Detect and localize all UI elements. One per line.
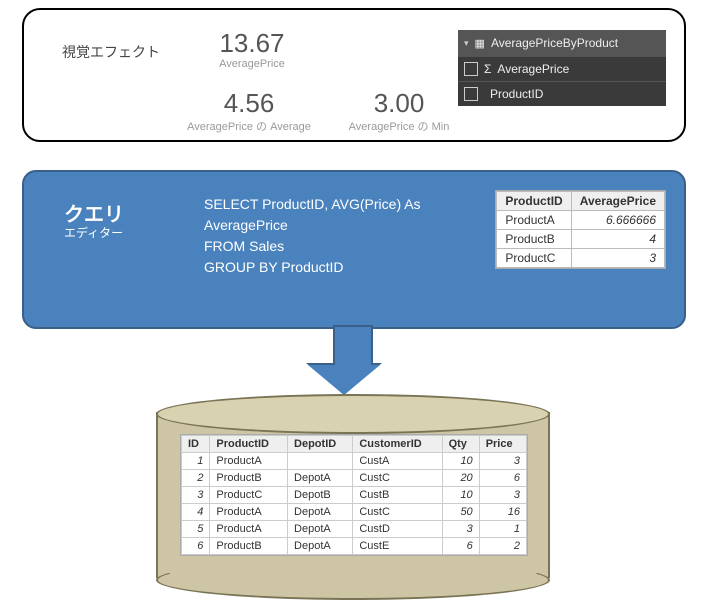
metric-caption: AveragePrice の Min [324, 118, 474, 134]
cell: 3 [442, 521, 479, 538]
table-row: 2 ProductB DepotA CustC 20 6 [182, 470, 527, 487]
arrow-down-icon [326, 325, 380, 395]
cell: DepotA [288, 504, 353, 521]
cell: DepotA [288, 470, 353, 487]
metric-avg-of-average: 4.56 AveragePrice の Average [164, 90, 334, 134]
cell: 10 [442, 453, 479, 470]
cell: ProductA [210, 504, 288, 521]
query-title: クエリ [64, 198, 124, 227]
cell: CustC [353, 470, 442, 487]
query-result-table: ProductID AveragePrice ProductA 6.666666… [495, 190, 666, 269]
table-row: ProductA 6.666666 [497, 211, 665, 230]
table-icon: ▦ [475, 37, 485, 50]
metric-average-price: 13.67 AveragePrice [182, 30, 322, 70]
visual-label: 視覚エフェクト [62, 42, 160, 62]
cell: 6 [442, 538, 479, 555]
fields-panel: ▾ ▦ AveragePriceByProduct Σ AveragePrice… [458, 30, 666, 106]
cell: 2 [479, 538, 526, 555]
table-row: 4 ProductA DepotA CustC 50 16 [182, 504, 527, 521]
fields-column-name: ProductID [490, 87, 543, 101]
query-editor-card: クエリ エディター SELECT ProductID, AVG(Price) A… [22, 170, 686, 329]
fields-table-name: AveragePriceByProduct [491, 36, 618, 50]
table-row: 3 ProductC DepotB CustB 10 3 [182, 487, 527, 504]
sales-table: ID ProductID DepotID CustomerID Qty Pric… [180, 434, 528, 556]
cell: DepotA [288, 538, 353, 555]
cell: 3 [479, 453, 526, 470]
cell: ProductB [210, 538, 288, 555]
sigma-icon: Σ [484, 62, 491, 76]
cell: ProductC [497, 249, 571, 268]
metric-caption: AveragePrice [182, 58, 322, 70]
metric-value: 3.00 [324, 90, 474, 116]
metric-min-of-average: 3.00 AveragePrice の Min [324, 90, 474, 134]
sales-header: DepotID [288, 436, 353, 453]
cell: 3 [182, 487, 210, 504]
cell: ProductA [210, 521, 288, 538]
cell: ProductB [497, 230, 571, 249]
checkbox-icon[interactable] [464, 62, 478, 76]
cell: CustE [353, 538, 442, 555]
fields-column-name: AveragePrice [497, 62, 569, 76]
cell: CustC [353, 504, 442, 521]
cell: 6.666666 [571, 211, 664, 230]
cell: 16 [479, 504, 526, 521]
cell: 20 [442, 470, 479, 487]
fields-column-productid[interactable]: ProductID [458, 81, 666, 106]
table-row: 6 ProductB DepotA CustE 6 2 [182, 538, 527, 555]
metric-value: 4.56 [164, 90, 334, 116]
checkbox-icon[interactable] [464, 87, 478, 101]
sales-header: ProductID [210, 436, 288, 453]
result-header: AveragePrice [571, 192, 664, 211]
query-subtitle: エディター [64, 224, 123, 241]
database-cylinder: ID ProductID DepotID CustomerID Qty Pric… [156, 394, 546, 596]
metric-caption: AveragePrice の Average [164, 118, 334, 134]
collapse-icon: ▾ [464, 38, 469, 49]
cell: 1 [182, 453, 210, 470]
cell: ProductC [210, 487, 288, 504]
cell [288, 453, 353, 470]
cell: 3 [479, 487, 526, 504]
sales-header: ID [182, 436, 210, 453]
metric-value: 13.67 [182, 30, 322, 56]
cell: 1 [479, 521, 526, 538]
cell: CustA [353, 453, 442, 470]
table-row: 1 ProductA CustA 10 3 [182, 453, 527, 470]
table-row: 5 ProductA DepotA CustD 3 1 [182, 521, 527, 538]
cell: 10 [442, 487, 479, 504]
cell: 6 [479, 470, 526, 487]
cell: 50 [442, 504, 479, 521]
cell: 3 [571, 249, 664, 268]
visual-card: 視覚エフェクト 13.67 AveragePrice 4.56 AverageP… [22, 8, 686, 142]
cell: ProductA [497, 211, 571, 230]
cell: DepotA [288, 521, 353, 538]
sales-header: Qty [442, 436, 479, 453]
cell: 4 [571, 230, 664, 249]
result-header: ProductID [497, 192, 571, 211]
cell: 6 [182, 538, 210, 555]
table-row: ProductC 3 [497, 249, 665, 268]
cell: 2 [182, 470, 210, 487]
table-row: ProductB 4 [497, 230, 665, 249]
sql-text: SELECT ProductID, AVG(Price) As AverageP… [204, 194, 421, 278]
cell: 5 [182, 521, 210, 538]
fields-table-header[interactable]: ▾ ▦ AveragePriceByProduct [458, 30, 666, 56]
cell: 4 [182, 504, 210, 521]
cell: CustD [353, 521, 442, 538]
fields-column-averageprice[interactable]: Σ AveragePrice [458, 56, 666, 81]
sales-header: CustomerID [353, 436, 442, 453]
cell: ProductA [210, 453, 288, 470]
cell: DepotB [288, 487, 353, 504]
cell: CustB [353, 487, 442, 504]
cell: ProductB [210, 470, 288, 487]
sales-header: Price [479, 436, 526, 453]
